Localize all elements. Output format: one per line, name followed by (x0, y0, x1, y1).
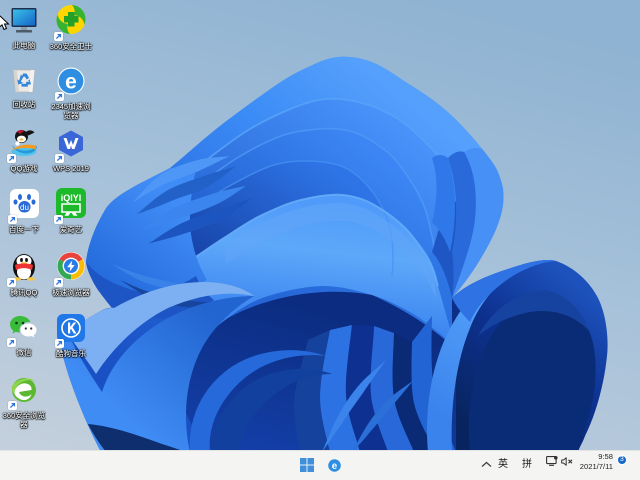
svg-text:du: du (20, 203, 29, 212)
svg-text:e: e (332, 461, 338, 472)
svg-text:iQIYI: iQIYI (61, 193, 82, 203)
svg-text:e: e (65, 71, 77, 94)
